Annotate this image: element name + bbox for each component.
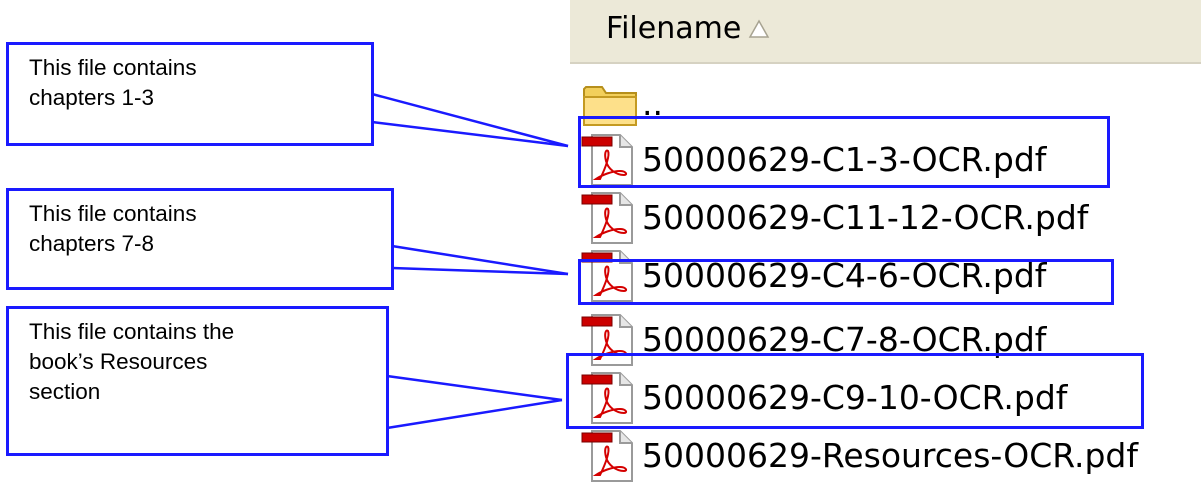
- file-name: 50000629-C7-8-OCR.pdf: [642, 319, 1047, 359]
- callout-resources: This file contains the book’s Resources …: [6, 306, 389, 456]
- callout-line: This file contains: [29, 55, 197, 80]
- file-name: 50000629-Resources-OCR.pdf: [642, 435, 1138, 475]
- connector-line: [386, 398, 563, 430]
- sort-up-triangle-icon: [748, 19, 770, 38]
- file-name: 50000629-C9-10-OCR.pdf: [642, 377, 1068, 417]
- filename-column-header[interactable]: Filename: [570, 0, 1201, 64]
- file-name: 50000629-C4-6-OCR.pdf: [642, 255, 1047, 295]
- pdf-file-icon: [580, 189, 638, 245]
- file-name: 50000629-C1-3-OCR.pdf: [642, 139, 1047, 179]
- callout-line: This file contains: [29, 201, 197, 226]
- callout-chapters-7-8: This file contains chapters 7-8: [6, 188, 394, 290]
- callout-line: chapters 7-8: [29, 231, 155, 256]
- pdf-file-icon: [580, 247, 638, 303]
- list-item-file[interactable]: 50000629-C7-8-OCR.pdf: [580, 310, 1046, 368]
- parent-folder-label: ..: [642, 83, 663, 123]
- list-item-file[interactable]: 50000629-C4-6-OCR.pdf: [580, 246, 1046, 304]
- list-item-file[interactable]: 50000629-Resources-OCR.pdf: [580, 426, 1138, 484]
- connector-line: [391, 244, 569, 276]
- callout-line: section: [29, 379, 101, 404]
- connector-line: [371, 120, 569, 148]
- pdf-file-icon: [580, 427, 638, 483]
- pdf-file-icon: [580, 311, 638, 367]
- pdf-file-icon: [580, 369, 638, 425]
- column-label: Filename: [606, 11, 742, 46]
- connector-line: [391, 266, 569, 276]
- callout-line: chapters 1-3: [29, 85, 155, 110]
- folder-icon: [580, 75, 638, 131]
- list-item-file[interactable]: 50000629-C11-12-OCR.pdf: [580, 188, 1088, 246]
- file-name: 50000629-C11-12-OCR.pdf: [642, 197, 1089, 237]
- pdf-file-icon: [580, 131, 638, 187]
- list-item-file[interactable]: 50000629-C1-3-OCR.pdf: [580, 130, 1046, 188]
- list-item-file[interactable]: 50000629-C9-10-OCR.pdf: [580, 368, 1067, 426]
- callout-line: book’s Resources: [29, 349, 208, 374]
- connector-line: [371, 92, 569, 148]
- callout-chapters-1-3: This file contains chapters 1-3: [6, 42, 374, 146]
- list-item-parent-folder[interactable]: ..: [580, 74, 663, 132]
- callout-line: This file contains the: [29, 319, 235, 344]
- connector-line: [386, 374, 563, 402]
